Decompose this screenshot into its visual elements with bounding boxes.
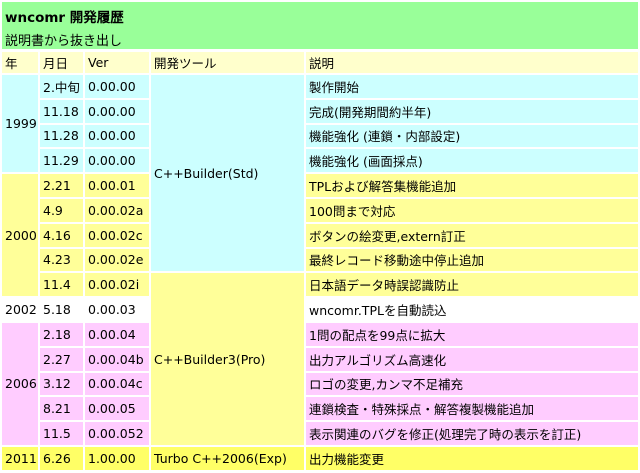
table-header-row: 年 月日 Ver 開発ツール 説明 [2, 52, 638, 73]
date-cell: 11.5 [40, 422, 83, 445]
col-desc: 説明 [306, 52, 638, 73]
year-cell: 1999 [2, 75, 38, 173]
history-table: 年 月日 Ver 開発ツール 説明 1999 2.中旬 0.00.00 C++Buil… [0, 50, 640, 472]
table-row: 11.18 0.00.00 完成(開発期間約半年) [2, 99, 638, 123]
version-cell: 0.00.00 [85, 99, 149, 123]
table-row: 8.21 0.00.05 連鎖検査・特殊採点・解答複製機能追加 [2, 397, 638, 421]
col-ver: Ver [85, 52, 149, 73]
date-cell: 6.26 [40, 446, 83, 470]
description-cell: 日本語データ時誤認識防止 [306, 273, 638, 297]
version-cell: 0.00.02i [85, 273, 149, 297]
version-cell: 0.00.02c [85, 223, 149, 247]
table-row: 4.16 0.00.02c ボタンの絵変更,extern訂正 [2, 223, 638, 247]
table-row: 2.27 0.00.04b 出力アルゴリズム高速化 [2, 347, 638, 371]
table-row: 2006 2.18 0.00.04 1問の配点を99点に拡大 [2, 322, 638, 445]
date-cell: 2.27 [40, 347, 83, 371]
description-cell: 100問まで対応 [306, 198, 638, 222]
description-cell: wncomr.TPLを自動読込 [306, 298, 638, 321]
year-cell: 2000 [2, 174, 38, 297]
version-cell: 0.00.052 [85, 422, 149, 445]
version-cell: 0.00.04b [85, 347, 149, 371]
table-row: 11.4 0.00.02i C++Builder3(Pro) 日本語データ時誤認識防止 [2, 273, 638, 445]
version-cell: 1.00.00 [85, 446, 149, 470]
table-row: 2011 6.26 1.00.00 Turbo C++2006(Exp) 出力機能変更 [2, 446, 638, 470]
table-row: 11.5 0.00.052 表示関連のバグを修正(処理完了時の表示を訂正) [2, 422, 638, 445]
version-cell: 0.00.02a [85, 198, 149, 222]
date-cell: 5.18 [40, 298, 83, 321]
date-cell: 4.16 [40, 223, 83, 247]
col-date: 月日 [40, 52, 83, 73]
version-cell: 0.00.00 [85, 124, 149, 148]
year-cell: 2002 [2, 298, 38, 321]
date-cell: 4.23 [40, 248, 83, 272]
table-row: 2000 2.21 0.00.01 TPLおよび解答集機能追加 [2, 174, 638, 297]
table-row: 11.29 0.00.00 機能強化 (画面採点) [2, 149, 638, 173]
description-cell: 出力機能変更 [306, 446, 638, 470]
version-cell: 0.00.03 [85, 298, 149, 321]
page-title: wncomr 開発履歴 [5, 10, 124, 26]
date-cell: 4.9 [40, 198, 83, 222]
tool-cell: C++Builder(Std) [151, 75, 304, 272]
date-cell: 11.4 [40, 273, 83, 297]
description-cell: 最終レコード移動途中停止追加 [306, 248, 638, 272]
version-cell: 0.00.05 [85, 397, 149, 421]
description-cell: 連鎖検査・特殊採点・解答複製機能追加 [306, 397, 638, 421]
description-cell: 完成(開発期間約半年) [306, 99, 638, 123]
description-cell: TPLおよび解答集機能追加 [306, 174, 638, 197]
description-cell: 機能強化 (連鎖・内部設定) [306, 124, 638, 148]
version-cell: 0.00.04c [85, 372, 149, 396]
description-cell: 表示関連のバグを修正(処理完了時の表示を訂正) [306, 422, 638, 445]
page-subtitle: 説明書から抜き出し [5, 34, 123, 49]
date-cell: 2.18 [40, 322, 83, 346]
table-row: 1999 2.中旬 0.00.00 C++Builder(Std) 製作開始 [2, 75, 638, 272]
date-cell: 2.中旬 [40, 75, 83, 98]
description-cell: 機能強化 (画面採点) [306, 149, 638, 173]
description-cell: 出力アルゴリズム高速化 [306, 347, 638, 371]
tool-cell: C++Builder3(Pro) [151, 273, 304, 445]
date-cell: 2.21 [40, 174, 83, 197]
description-cell: 1問の配点を99点に拡大 [306, 322, 638, 346]
version-cell: 0.00.01 [85, 174, 149, 197]
table-row: 2002 5.18 0.00.03 wncomr.TPLを自動読込 [2, 298, 638, 321]
table-row: 11.28 0.00.00 機能強化 (連鎖・内部設定) [2, 124, 638, 148]
version-cell: 0.00.00 [85, 149, 149, 173]
date-cell: 11.28 [40, 124, 83, 148]
version-cell: 0.00.02e [85, 248, 149, 272]
col-year: 年 [2, 52, 38, 73]
col-tool: 開発ツール [151, 52, 304, 73]
description-cell: ロゴの変更,カンマ不足補充 [306, 372, 638, 396]
date-cell: 11.18 [40, 99, 83, 123]
description-cell: 製作開始 [306, 75, 638, 98]
page-header: wncomr 開発履歴 説明書から抜き出し [2, 2, 638, 49]
year-cell: 2011 [2, 446, 38, 470]
date-cell: 3.12 [40, 372, 83, 396]
date-cell: 8.21 [40, 397, 83, 421]
table-row: 4.9 0.00.02a 100問まで対応 [2, 198, 638, 222]
table-row: 3.12 0.00.04c ロゴの変更,カンマ不足補充 [2, 372, 638, 396]
version-cell: 0.00.00 [85, 75, 149, 98]
tool-cell: Turbo C++2006(Exp) [151, 446, 304, 470]
table-row: 4.23 0.00.02e 最終レコード移動途中停止追加 [2, 248, 638, 272]
date-cell: 11.29 [40, 149, 83, 173]
year-cell: 2006 [2, 322, 38, 445]
version-cell: 0.00.04 [85, 322, 149, 346]
description-cell: ボタンの絵変更,extern訂正 [306, 223, 638, 247]
